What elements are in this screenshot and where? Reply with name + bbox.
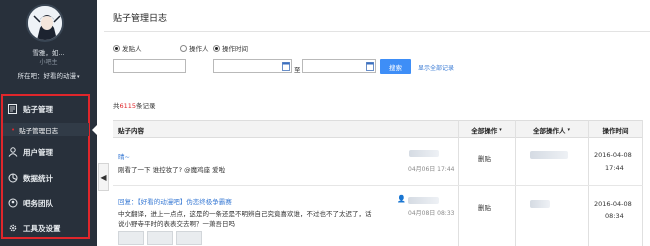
column-divider	[588, 120, 589, 246]
radio-dot-icon	[113, 44, 120, 52]
page-title: 贴子管理日志	[113, 14, 168, 24]
search-button[interactable]: 搜索	[380, 59, 411, 74]
calendar-icon[interactable]	[366, 61, 374, 71]
document-icon	[7, 104, 18, 115]
team-icon	[7, 198, 18, 209]
row2-title[interactable]: 回复：【好看的动漫吧】伪恋终极争霸赛	[118, 196, 232, 206]
caret-down-icon: ▾	[76, 74, 80, 80]
row-divider	[113, 185, 643, 186]
forum-label: 所在吧：好看的动漫	[17, 72, 76, 80]
header-all-ops[interactable]: 全部操作 ▾	[458, 121, 515, 138]
column-divider	[515, 120, 516, 246]
header-content: 贴子内容	[118, 126, 144, 135]
radio-dot-icon	[180, 44, 187, 52]
header-all-operators[interactable]: 全部操作人 ▾	[515, 121, 588, 138]
to-label: 至	[294, 66, 301, 74]
image-thumbnail[interactable]	[147, 231, 173, 245]
divider	[104, 31, 650, 32]
column-divider	[458, 120, 459, 246]
radio-operator-label: 操作人	[189, 45, 209, 53]
operator-redacted	[530, 151, 568, 159]
end-date-input[interactable]	[302, 59, 376, 73]
active-pointer	[92, 125, 97, 135]
header-all-operators-label: 全部操作人	[532, 126, 566, 135]
menu-item-statistics[interactable]: 数据统计	[3, 167, 89, 189]
row1-body: 刚看了一下 谁控妆了? @魔鸡座 爱啦	[118, 166, 226, 174]
header-all-ops-label: 全部操作	[471, 126, 498, 135]
sort-down-icon: ▾	[499, 126, 502, 133]
row2-op-date: 2016-04-08	[594, 200, 632, 208]
row1-op-clock: 17:44	[605, 164, 624, 172]
start-date-input[interactable]	[213, 59, 292, 73]
menu-item-team[interactable]: 吧务团队	[3, 192, 89, 214]
row1-title[interactable]: 晴~	[118, 151, 130, 161]
user-icon	[7, 147, 18, 158]
sidebar: 雪雅，如... 小吧主 所在吧：好看的动漫▾ 贴子管理 • 贴子管理日志 用户管…	[0, 0, 97, 246]
author-redacted	[408, 197, 439, 204]
radio-poster-label: 发贴人	[122, 45, 142, 53]
user-input[interactable]	[113, 59, 186, 73]
row2-body-line2: 说小野寺平时的表表交去啊？一萧吾日吗	[118, 220, 235, 228]
menu-label: 吧务团队	[23, 198, 53, 208]
row2-post-time: 04月08日 08:33	[408, 210, 455, 217]
avatar[interactable]	[26, 4, 64, 42]
chart-icon	[7, 173, 18, 184]
radio-time-label: 操作时间	[222, 45, 248, 53]
gear-icon	[7, 223, 18, 234]
image-thumbnail[interactable]	[176, 231, 202, 245]
menu-label: 数据统计	[23, 173, 53, 183]
operator-redacted	[530, 200, 550, 208]
count-number: 6115	[119, 102, 137, 110]
row2-op-clock: 08:34	[605, 212, 624, 220]
count-suffix: 条记录	[136, 102, 156, 110]
menu-item-tools-settings[interactable]: 工具及设置	[3, 217, 89, 239]
collapse-sidebar-button[interactable]: ◀	[98, 163, 109, 191]
radio-op-time[interactable]: 操作时间	[213, 43, 248, 53]
submenu-label: 贴子管理日志	[19, 126, 59, 135]
menu-label: 用户管理	[23, 147, 53, 157]
sort-down-icon: ▾	[567, 126, 570, 133]
menu-item-user-management[interactable]: 用户管理	[3, 141, 89, 163]
calendar-icon[interactable]	[282, 61, 290, 71]
radio-operator[interactable]: 操作人	[180, 43, 209, 53]
row1-post-time: 04月06日 17:44	[408, 166, 455, 173]
username: 雪雅，如...	[32, 49, 65, 57]
forum-selector[interactable]: 所在吧：好看的动漫▾	[0, 70, 97, 80]
bullet-icon: •	[11, 125, 16, 134]
show-all-link[interactable]: 显示全部记录	[418, 63, 454, 72]
menu-label: 贴子管理	[23, 104, 53, 114]
image-thumbnail[interactable]	[118, 231, 144, 245]
column-divider	[642, 120, 643, 246]
radio-dot-icon	[213, 44, 220, 52]
menu-item-post-management[interactable]: 贴子管理	[3, 98, 89, 120]
menu-label: 工具及设置	[23, 223, 61, 233]
row2-operation: 删贴	[478, 204, 491, 212]
user-icon: 👤	[397, 195, 406, 203]
record-count: 共6115条记录	[113, 100, 156, 110]
row2-body: 中文翻译，进上一点点，这是的一条还是不明辨自己究竟喜欢谁，不过也不了太迟了，话	[118, 210, 372, 218]
radio-poster[interactable]: 发贴人	[113, 43, 142, 53]
header-op-time: 操作时间	[602, 126, 629, 135]
author-redacted	[409, 150, 439, 157]
row1-op-date: 2016-04-08	[594, 151, 632, 159]
submenu-item-post-log[interactable]: • 贴子管理日志	[3, 123, 89, 136]
caret-left-icon: ◀	[100, 172, 107, 182]
table-header: 贴子内容 全部操作 ▾ 全部操作人 ▾ 操作时间	[113, 120, 643, 138]
user-level: 小吧主	[39, 59, 58, 66]
row1-operation: 删贴	[478, 155, 491, 163]
